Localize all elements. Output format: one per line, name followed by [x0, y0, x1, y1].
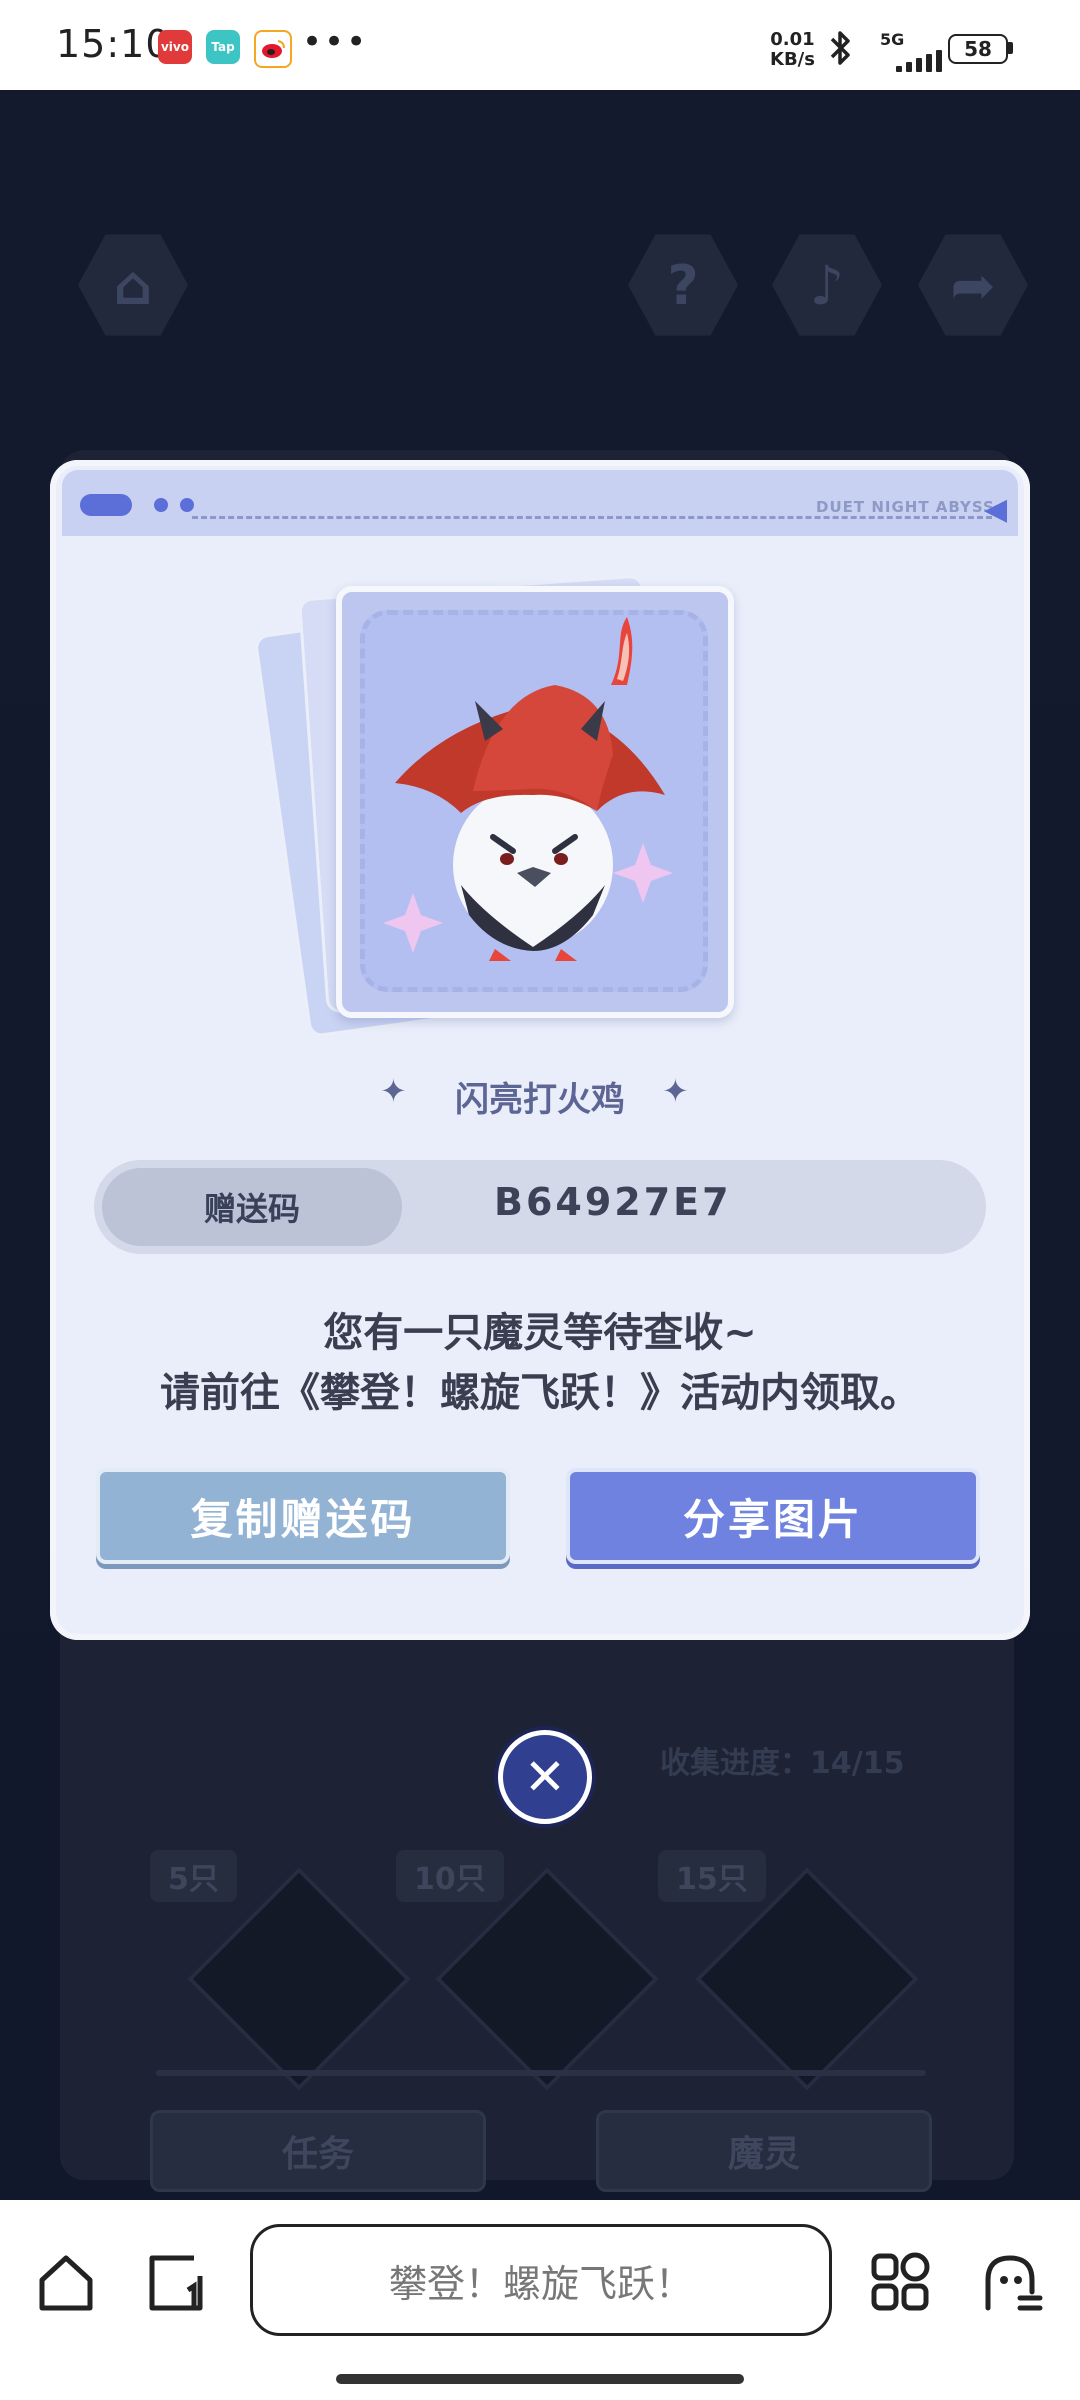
- status-time: 15:10: [56, 22, 171, 66]
- header-pill: [80, 494, 132, 516]
- help-icon[interactable]: ?: [628, 234, 738, 336]
- battery-tip: [1008, 42, 1013, 54]
- milestone-tag-5: 5只: [150, 1850, 237, 1902]
- close-icon[interactable]: ✕: [498, 1730, 592, 1824]
- gift-code-row: 赠送码 B64927E7: [94, 1160, 986, 1254]
- home-icon[interactable]: [34, 2250, 98, 2318]
- signal-icon: [880, 50, 942, 72]
- share-image-button[interactable]: 分享图片: [566, 1468, 980, 1564]
- task-button[interactable]: 任务: [150, 2110, 486, 2192]
- battery-indicator: 58: [948, 34, 1008, 64]
- message-line-2: 请前往《攀登！螺旋飞跃！》活动内领取。: [160, 1370, 920, 1416]
- weibo-icon: [254, 30, 292, 68]
- sparkle-icon: ✦: [662, 1072, 689, 1110]
- gesture-handle[interactable]: [336, 2374, 744, 2384]
- header-dot: [154, 498, 168, 512]
- header-dot: [180, 498, 194, 512]
- milestone-tag-15: 15只: [658, 1850, 766, 1902]
- home-icon[interactable]: ⌂: [78, 234, 188, 336]
- network-type: 5G: [880, 30, 905, 49]
- ghost-menu-icon[interactable]: [980, 2250, 1044, 2318]
- card-art-frame: [360, 610, 708, 992]
- bluetooth-icon: [826, 28, 856, 77]
- dialog-header: DUET NIGHT ABYSS ◀: [62, 470, 1018, 536]
- progress-track: [156, 2070, 926, 2076]
- collection-progress: 收集进度：14/15: [660, 1746, 905, 1781]
- network-speed: 0.01 KB/s: [770, 29, 815, 70]
- music-icon[interactable]: ♪: [772, 234, 882, 336]
- spirit-button[interactable]: 魔灵: [596, 2110, 932, 2192]
- share-icon[interactable]: ➦: [918, 234, 1028, 336]
- creature-card: [336, 586, 734, 1018]
- vivo-icon: vivo: [158, 30, 192, 64]
- gift-code-dialog: DUET NIGHT ABYSS ◀ ✦ 闪亮打火鸡 ✦ 赠送码 B64927E…: [50, 460, 1030, 1640]
- gift-code-value[interactable]: B64927E7: [494, 1180, 732, 1224]
- tabs-icon[interactable]: [144, 2250, 208, 2318]
- header-divider: [192, 516, 992, 519]
- status-bar: 15:10 vivo Tap ••• 0.01 KB/s 5G 58: [0, 0, 1080, 90]
- browser-bottom-bar: 攀登！螺旋飞跃！: [0, 2200, 1080, 2400]
- copy-gift-code-button[interactable]: 复制赠送码: [96, 1468, 510, 1564]
- brand-text: DUET NIGHT ABYSS: [816, 498, 995, 516]
- more-notifications-icon: •••: [302, 22, 369, 62]
- gift-code-label: 赠送码: [102, 1168, 402, 1246]
- triangle-icon: ◀: [984, 492, 1008, 527]
- creature-name: 闪亮打火鸡: [455, 1080, 625, 1120]
- taptap-icon: Tap: [206, 30, 240, 64]
- apps-grid-icon[interactable]: [868, 2250, 932, 2318]
- creature-illustration: [383, 617, 673, 961]
- message-line-1: 您有一只魔灵等待查收~: [323, 1310, 757, 1356]
- milestone-tag-10: 10只: [396, 1850, 504, 1902]
- url-bar[interactable]: 攀登！螺旋飞跃！: [250, 2224, 832, 2336]
